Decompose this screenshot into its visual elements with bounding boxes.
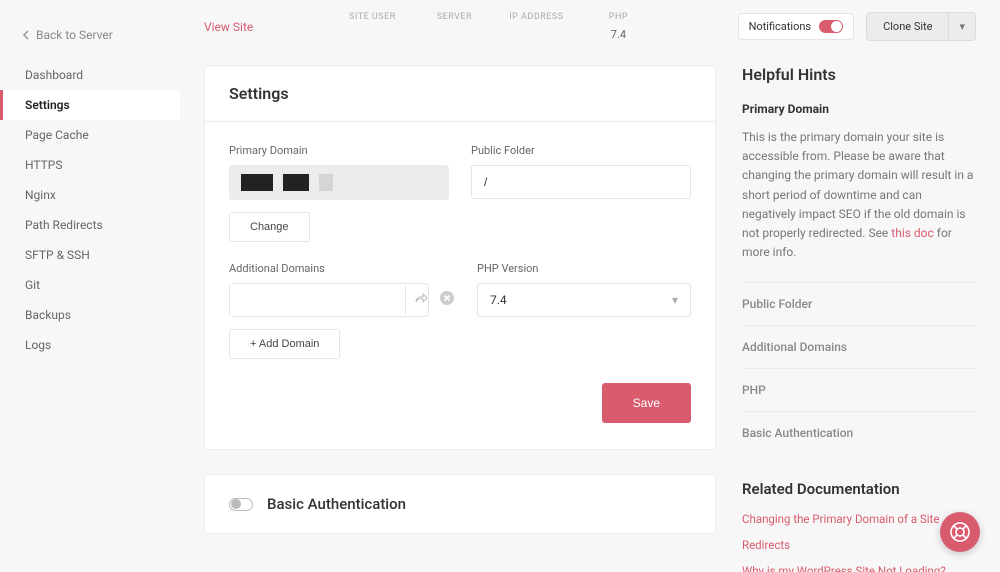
back-to-server-link[interactable]: Back to Server: [0, 20, 180, 60]
chevron-left-icon: [22, 30, 30, 40]
hints-primary-heading: Primary Domain: [742, 102, 976, 116]
additional-domains-label: Additional Domains: [229, 262, 455, 275]
primary-domain-label: Primary Domain: [229, 144, 449, 157]
public-folder-input[interactable]: [471, 165, 691, 199]
additional-domain-input-wrap: [229, 283, 429, 317]
sidebar-item-git[interactable]: Git: [0, 270, 180, 300]
basic-auth-card: Basic Authentication: [204, 474, 716, 534]
related-docs-title: Related Documentation: [742, 480, 976, 498]
save-button[interactable]: Save: [602, 383, 691, 423]
sidebar-item-backups[interactable]: Backups: [0, 300, 180, 330]
php-version-label: PHP Version: [477, 262, 691, 275]
meta-ip-address: IP ADDRESS: [506, 12, 566, 41]
meta-server: SERVER: [424, 12, 484, 41]
basic-auth-title: Basic Authentication: [267, 495, 406, 513]
redacted-domain-part: [319, 174, 333, 191]
sidebar-item-https[interactable]: HTTPS: [0, 150, 180, 180]
topbar: View Site SITE USER SERVER IP ADDRESS PHP7.…: [180, 0, 1000, 65]
hint-item-basic-authentication[interactable]: Basic Authentication: [742, 411, 976, 454]
sidebar-item-sftp-ssh[interactable]: SFTP & SSH: [0, 240, 180, 270]
sidebar-item-dashboard[interactable]: Dashboard: [0, 60, 180, 90]
hints-title: Helpful Hints: [742, 65, 976, 84]
add-domain-button[interactable]: + Add Domain: [229, 329, 340, 359]
primary-domain-display: [229, 165, 449, 200]
php-version-value: 7.4: [490, 293, 507, 307]
change-domain-button[interactable]: Change: [229, 212, 310, 242]
clone-site-label: Clone Site: [867, 13, 949, 40]
sidebar-item-path-redirects[interactable]: Path Redirects: [0, 210, 180, 240]
share-icon[interactable]: [405, 286, 436, 314]
hint-item-php[interactable]: PHP: [742, 368, 976, 411]
redacted-domain-part: [241, 174, 273, 191]
doc-link[interactable]: Why is my WordPress Site Not Loading?: [742, 564, 976, 572]
notifications-toggle[interactable]: Notifications: [738, 13, 855, 40]
settings-card: Settings Primary Domain: [204, 65, 716, 450]
redacted-domain-part: [283, 174, 309, 191]
sidebar-item-page-cache[interactable]: Page Cache: [0, 120, 180, 150]
clone-site-button[interactable]: Clone Site ▾: [866, 12, 976, 41]
toggle-on-icon: [819, 20, 843, 33]
additional-domain-input[interactable]: [230, 284, 405, 316]
sidebar-item-settings[interactable]: Settings: [0, 90, 180, 120]
chevron-down-icon: ▾: [672, 293, 678, 307]
helpful-hints-panel: Helpful Hints Primary Domain This is the…: [742, 65, 976, 572]
hints-primary-text: This is the primary domain your site is …: [742, 128, 976, 262]
sidebar-item-nginx[interactable]: Nginx: [0, 180, 180, 210]
view-site-link[interactable]: View Site: [204, 20, 253, 34]
back-link-label: Back to Server: [36, 28, 113, 42]
clear-domain-icon[interactable]: [439, 290, 455, 310]
hint-item-additional-domains[interactable]: Additional Domains: [742, 325, 976, 368]
settings-title: Settings: [205, 66, 715, 122]
sidebar-item-logs[interactable]: Logs: [0, 330, 180, 360]
help-fab[interactable]: [940, 512, 980, 552]
public-folder-label: Public Folder: [471, 144, 691, 157]
notifications-label: Notifications: [749, 20, 812, 33]
clone-site-dropdown[interactable]: ▾: [949, 13, 975, 40]
php-version-select[interactable]: 7.4 ▾: [477, 283, 691, 317]
meta-php: PHP7.4: [588, 12, 648, 41]
basic-auth-toggle[interactable]: [229, 498, 253, 511]
lifebuoy-icon: [949, 521, 971, 543]
hints-doc-link[interactable]: this doc: [891, 226, 934, 240]
meta-site-user: SITE USER: [342, 12, 402, 41]
hint-item-public-folder[interactable]: Public Folder: [742, 282, 976, 325]
sidebar: Back to Server DashboardSettingsPage Cac…: [0, 0, 180, 572]
sidebar-nav: DashboardSettingsPage CacheHTTPSNginxPat…: [0, 60, 180, 360]
